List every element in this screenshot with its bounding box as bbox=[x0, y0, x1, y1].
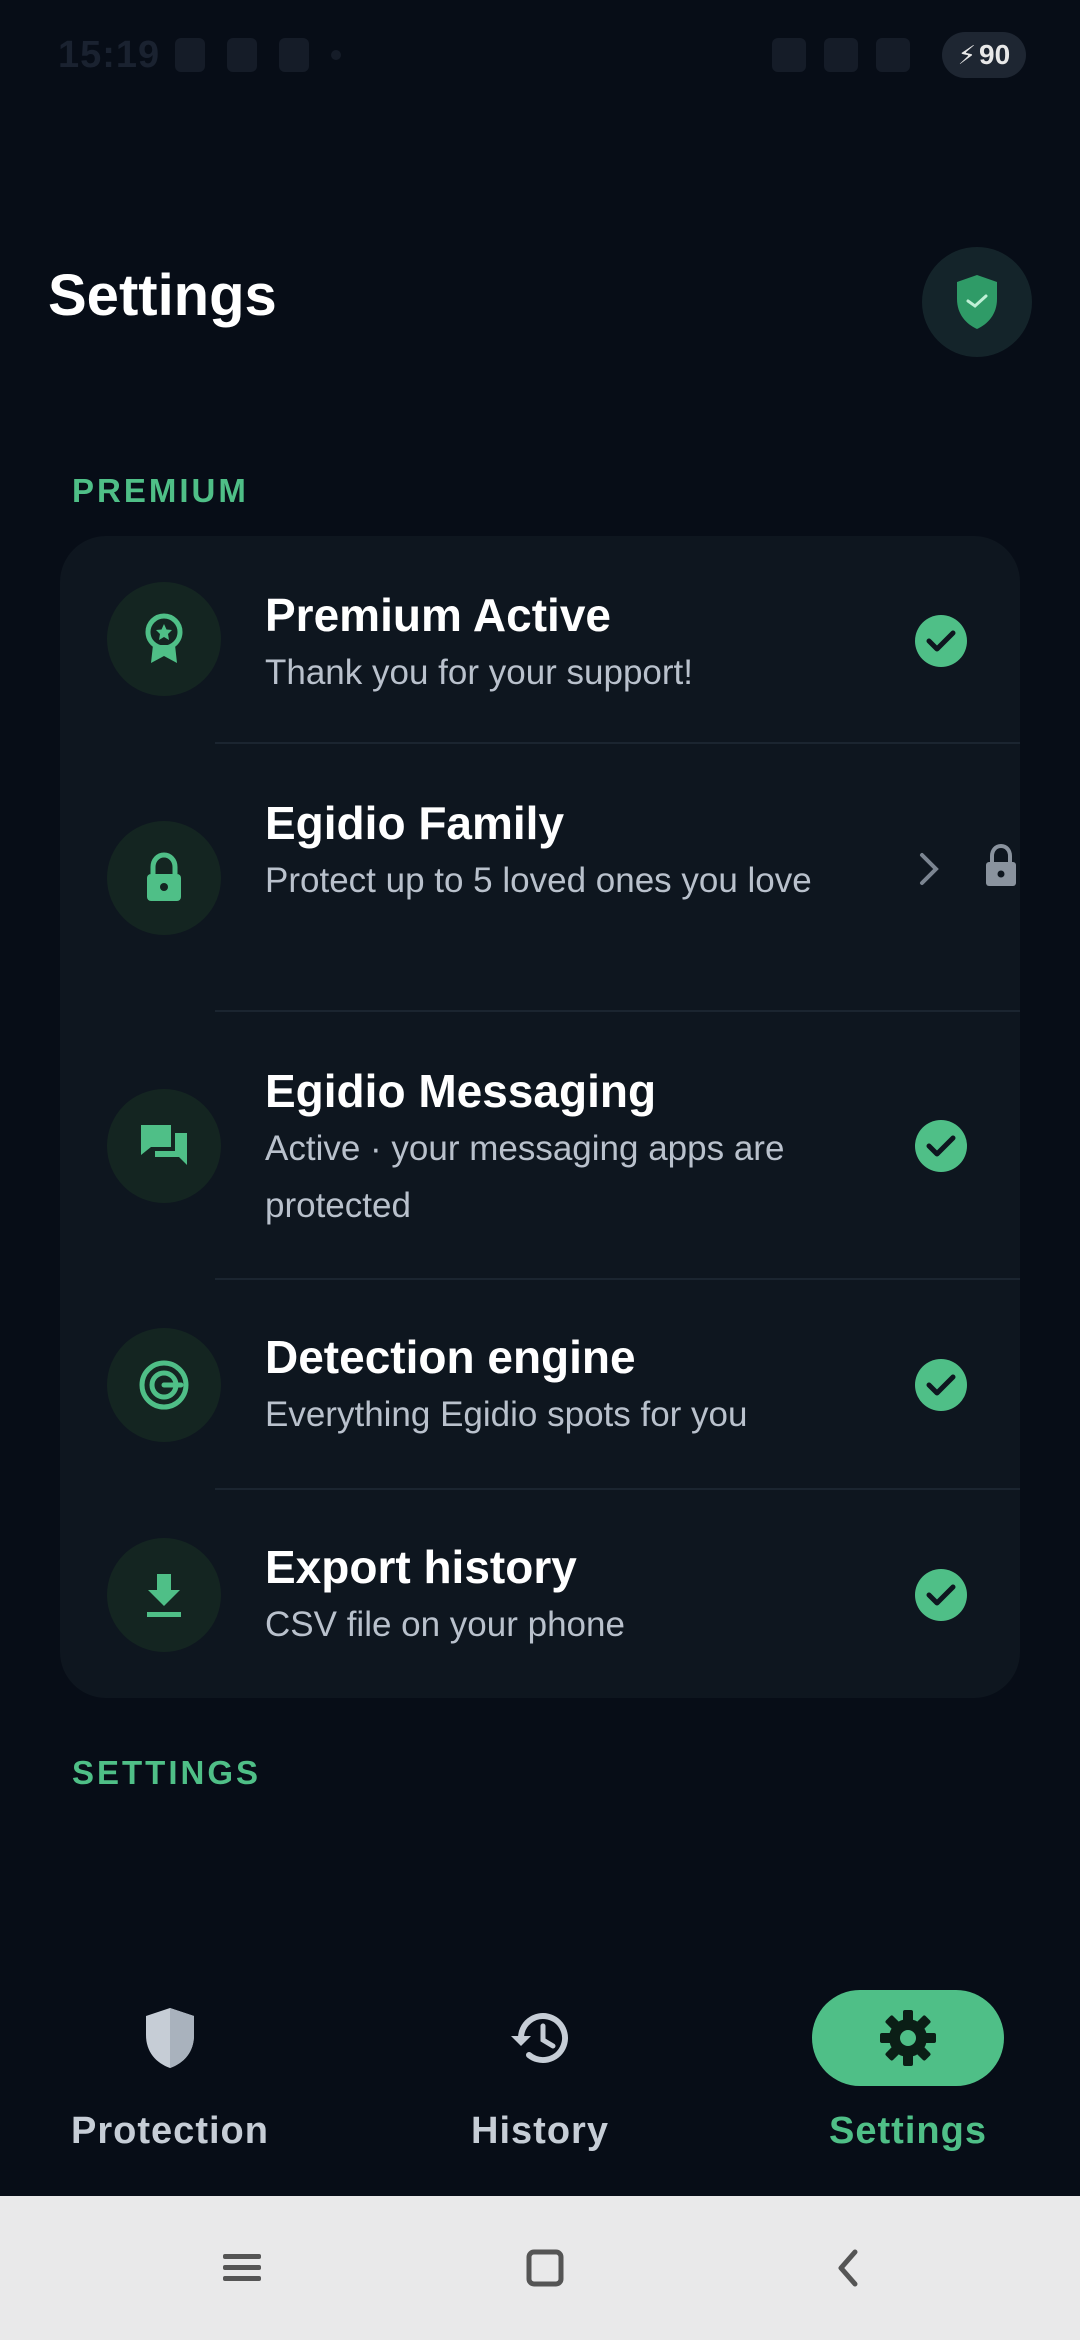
lock-icon bbox=[107, 821, 221, 935]
signal-icon bbox=[876, 38, 910, 72]
row-title: Egidio Messaging bbox=[265, 1065, 657, 1117]
chat-bubbles-icon bbox=[107, 1089, 221, 1203]
row-title: Export history bbox=[265, 1541, 577, 1593]
settings-screen: 15:19 ⚡ 90 Settings PREMIUM Premium Acti… bbox=[0, 0, 1080, 2340]
chevron-right-icon bbox=[918, 848, 940, 898]
battery-level: 90 bbox=[979, 39, 1011, 70]
row-subtitle: Thank you for your support! bbox=[265, 653, 693, 692]
row-subtitle: Everything Egidio spots for you bbox=[265, 1395, 748, 1434]
check-circle-icon bbox=[915, 1359, 967, 1411]
nav-label: Settings bbox=[829, 2110, 987, 2152]
check-circle-icon bbox=[915, 1569, 967, 1621]
dot-icon bbox=[331, 50, 341, 60]
row-title: Premium Active bbox=[265, 589, 611, 641]
system-navigation-bar bbox=[0, 2196, 1080, 2340]
target-icon bbox=[107, 1328, 221, 1442]
row-subtitle: Active · your messaging apps are protect… bbox=[265, 1129, 785, 1225]
status-bar: 15:19 ⚡ 90 bbox=[0, 0, 1080, 110]
status-time: 15:19 bbox=[58, 34, 161, 76]
row-subtitle: Protect up to 5 loved ones you love bbox=[265, 861, 812, 900]
check-circle-icon bbox=[915, 1120, 967, 1172]
data-icon bbox=[824, 38, 858, 72]
list-item-detection-engine[interactable]: Detection engine Everything Egidio spots… bbox=[60, 1280, 1020, 1490]
section-label-premium: PREMIUM bbox=[72, 472, 249, 509]
shield-status-button[interactable] bbox=[922, 247, 1032, 357]
menu-icon[interactable] bbox=[210, 2236, 274, 2300]
screenshot-icon bbox=[175, 38, 205, 72]
back-icon[interactable] bbox=[816, 2236, 880, 2300]
list-item-egidio-family[interactable]: Egidio Family Protect up to 5 loved ones… bbox=[60, 744, 1020, 1012]
nav-label: Protection bbox=[71, 2110, 269, 2152]
list-item-egidio-messaging[interactable]: Egidio Messaging Active · your messaging… bbox=[60, 1012, 1020, 1280]
row-subtitle: CSV file on your phone bbox=[265, 1605, 625, 1644]
list-item-export-history[interactable]: Export history CSV file on your phone bbox=[60, 1490, 1020, 1698]
nav-label: History bbox=[471, 2110, 609, 2152]
shield-status-icon bbox=[227, 38, 257, 72]
gear-icon bbox=[880, 2010, 936, 2066]
bolt-icon: ⚡ bbox=[957, 39, 977, 70]
list-item-premium-active[interactable]: Premium Active Thank you for your suppor… bbox=[60, 536, 1020, 744]
check-circle-icon bbox=[915, 615, 967, 667]
download-icon bbox=[107, 1538, 221, 1652]
status-notification-icons bbox=[175, 38, 341, 72]
row-title: Detection engine bbox=[265, 1331, 636, 1383]
home-icon[interactable] bbox=[513, 2236, 577, 2300]
page-title: Settings bbox=[48, 263, 277, 328]
status-system-icons bbox=[772, 38, 910, 72]
premium-card: Premium Active Thank you for your suppor… bbox=[60, 536, 1020, 1698]
bluetooth-icon bbox=[279, 38, 309, 72]
history-icon bbox=[511, 2013, 568, 2064]
shield-icon bbox=[957, 275, 997, 329]
award-badge-icon bbox=[107, 582, 221, 696]
nav-tab-protection[interactable]: Protection bbox=[20, 1990, 320, 2190]
nav-tab-settings[interactable]: Settings bbox=[758, 1990, 1058, 2190]
row-title: Egidio Family bbox=[265, 797, 565, 849]
hotspot-icon bbox=[772, 38, 806, 72]
bottom-navigation: Protection History Settings bbox=[0, 1960, 1080, 2196]
locked-badge-icon bbox=[982, 842, 1020, 893]
battery-charging-icon: ⚡ 90 bbox=[942, 32, 1026, 78]
nav-tab-history[interactable]: History bbox=[390, 1990, 690, 2190]
section-label-settings: SETTINGS bbox=[72, 1754, 262, 1791]
shield-icon bbox=[146, 2008, 194, 2068]
